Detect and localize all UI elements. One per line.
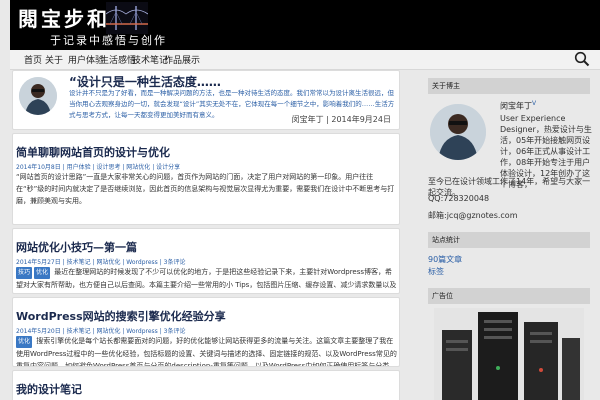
quote-author[interactable]: 闵宝年丁 xyxy=(292,115,324,124)
stats-tags[interactable]: 标签 xyxy=(428,266,444,277)
verified-badge-icon: V xyxy=(532,100,537,107)
profile-name: 闵宝年丁V xyxy=(500,100,536,112)
nav-item-works[interactable]: 作品展示 xyxy=(164,53,200,66)
sidebar: 关于博主 闵宝年丁V User Experience Designer，热爱设计… xyxy=(428,70,600,400)
main-nav: 首页 关于 用户体验 生活感悟 技术笔记 作品展示 xyxy=(10,50,600,70)
post-meta: 2014年5月27日 | 技术笔记 | 网站优化 | Wordpress | 3… xyxy=(16,259,186,266)
quote-byline: 闵宝年丁 | 2014年9月24日 xyxy=(291,115,391,124)
post-category[interactable]: Wordpress xyxy=(126,259,158,266)
post-category[interactable]: 技术笔记 xyxy=(67,328,91,335)
profile-avatar[interactable] xyxy=(430,104,486,160)
post-category[interactable]: 网站优化 xyxy=(96,328,120,335)
stats-post-count[interactable]: 90篇文章 xyxy=(428,254,462,265)
post-tag[interactable]: 技巧 xyxy=(16,267,33,279)
ad-widget-heading: 广告位 xyxy=(428,288,590,304)
quote-card: “设计只是一种生活态度…… 设计并不只是为了好看，而是一种解决问题的方法，也是一… xyxy=(12,70,400,130)
profile-avatar-image xyxy=(430,104,486,160)
post-meta: 2014年10月8日 | 用户体验 | 设计思考 | 网站优化 | 设计分享 xyxy=(16,164,181,171)
stats-widget-heading: 站点统计 xyxy=(428,232,590,248)
post-title[interactable]: WordPress网站的搜索引擎优化经验分享 xyxy=(16,308,226,324)
post-card: 简单聊聊网站首页的设计与优化 2014年10月8日 | 用户体验 | 设计思考 … xyxy=(12,133,400,225)
profile-qq: QQ:728320048 xyxy=(428,194,490,203)
post-meta: 2014年5月20日 | 技术笔记 | 网站优化 | Wordpress | 3… xyxy=(16,328,186,335)
site-logo-title[interactable]: 閱宝步和 xyxy=(18,3,110,32)
post-title[interactable]: 网站优化小技巧—第一篇 xyxy=(16,239,137,255)
nav-item-life[interactable]: 生活感悟 xyxy=(100,53,136,66)
post-category[interactable]: 网站优化 xyxy=(126,164,150,171)
post-date: 2014年10月8日 xyxy=(16,164,61,171)
nav-item-about[interactable]: 关于 xyxy=(45,53,63,66)
post-category[interactable]: Wordpress xyxy=(126,328,158,335)
profile-name-text: 闵宝年丁 xyxy=(500,101,532,111)
profile-email[interactable]: 邮箱:jcq@gznotes.com xyxy=(428,210,518,221)
post-excerpt: 技巧 优化 最近在整理网站的时候发现了不少可以优化的地方，于是把这些经验记录下来，… xyxy=(16,266,398,293)
site-logo-subtitle: 于记录中感悟与创作 xyxy=(50,34,167,47)
post-category[interactable]: 设计分享 xyxy=(156,164,180,171)
post-category[interactable]: 用户体验 xyxy=(67,164,91,171)
nav-item-ux[interactable]: 用户体验 xyxy=(68,53,104,66)
post-card: 网站优化小技巧—第一篇 2014年5月27日 | 技术笔记 | 网站优化 | W… xyxy=(12,228,400,294)
post-card: WordPress网站的搜索引擎优化经验分享 2014年5月20日 | 技术笔记… xyxy=(12,297,400,367)
post-comments[interactable]: 3条评论 xyxy=(164,259,186,266)
post-date: 2014年5月27日 xyxy=(16,259,61,266)
post-excerpt-text: 最近在整理网站的时候发现了不少可以优化的地方，于是把这些经验记录下来，主要针对W… xyxy=(16,268,397,289)
search-icon[interactable] xyxy=(574,51,590,67)
post-category[interactable]: 网站优化 xyxy=(96,259,120,266)
post-excerpt: “网站首页的设计思路”一直是大家非常关心的问题，首页作为网站的门面，决定了用户对… xyxy=(16,173,395,205)
author-avatar-image xyxy=(19,77,57,115)
post-tag[interactable]: 优化 xyxy=(16,336,33,348)
post-category[interactable]: 设计思考 xyxy=(96,164,120,171)
nav-item-home[interactable]: 首页 xyxy=(24,53,42,66)
post-tag[interactable]: 优化 xyxy=(34,267,51,279)
post-comments[interactable]: 3条评论 xyxy=(164,328,186,335)
author-avatar[interactable] xyxy=(19,77,57,115)
post-category[interactable]: 技术笔记 xyxy=(67,259,91,266)
post-title[interactable]: 我的设计笔记 xyxy=(16,381,82,397)
site-banner[interactable]: 閱宝步和 于记录中感悟与创作 xyxy=(10,0,600,50)
server-ad-image[interactable] xyxy=(434,308,584,400)
bridge-logo-icon xyxy=(106,2,148,34)
page: 閱宝步和 于记录中感悟与创作 首页 关于 用户体验 生活感悟 技术笔记 作品展示 xyxy=(0,0,600,400)
nav-item-tech[interactable]: 技术笔记 xyxy=(132,53,168,66)
main-content: “设计只是一种生活态度…… 设计并不只是为了好看，而是一种解决问题的方法，也是一… xyxy=(12,70,402,400)
profile-widget-heading: 关于博主 xyxy=(428,78,590,94)
post-title[interactable]: 简单聊聊网站首页的设计与优化 xyxy=(16,144,170,160)
post-excerpt-text: 搜索引擎优化是每个站长都需要面对的问题，好的优化能够让网站获得更多的流量与关注。… xyxy=(16,337,397,367)
post-date: 2014年5月20日 xyxy=(16,328,61,335)
post-excerpt: 优化 搜索引擎优化是每个站长都需要面对的问题，好的优化能够让网站获得更多的流量与… xyxy=(16,335,398,367)
post-card: 我的设计笔记 xyxy=(12,370,400,400)
quote-date: 2014年9月24日 xyxy=(331,115,391,124)
